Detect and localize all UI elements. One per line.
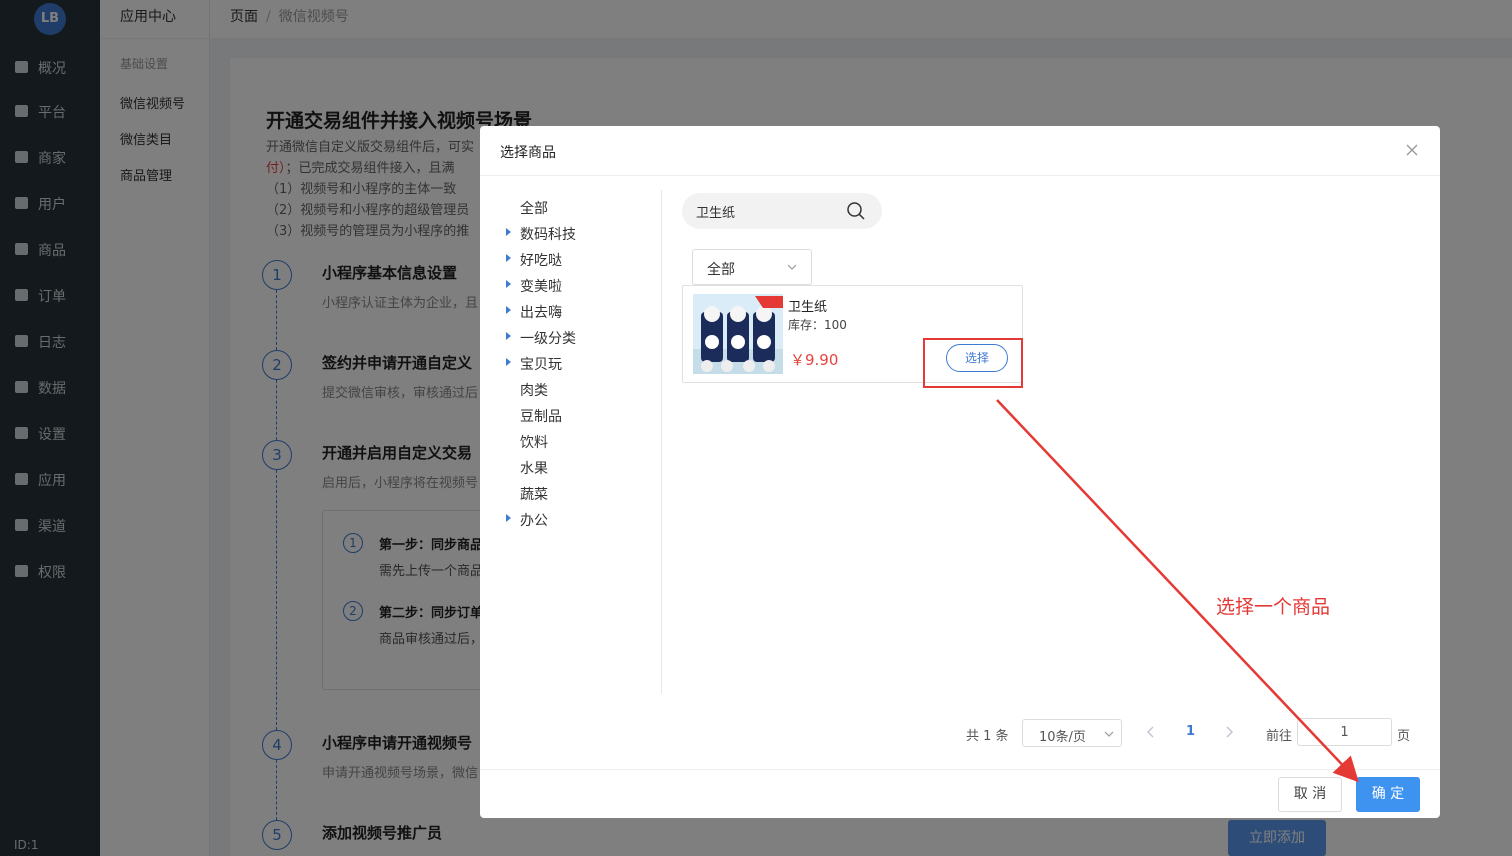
dialog-header: 选择商品	[480, 126, 1440, 176]
next-page-icon[interactable]	[1222, 724, 1236, 740]
category-item[interactable]: 办公	[500, 506, 660, 532]
category-label: 出去嗨	[520, 305, 562, 321]
cancel-button[interactable]: 取 消	[1278, 777, 1342, 812]
confirm-button[interactable]: 确 定	[1356, 777, 1420, 812]
category-label: 办公	[520, 513, 548, 529]
category-item[interactable]: 豆制品	[500, 402, 660, 428]
caret-right-icon[interactable]	[506, 306, 511, 314]
caret-right-icon[interactable]	[506, 254, 511, 262]
category-label: 水果	[520, 461, 548, 477]
page-unit-label: 页	[1397, 729, 1411, 744]
page-size-value: 10条/页	[1039, 730, 1086, 745]
caret-right-icon[interactable]	[506, 514, 511, 522]
filter-select[interactable]: 全部	[692, 249, 812, 285]
category-label: 数码科技	[520, 227, 576, 243]
prev-page-icon[interactable]	[1144, 724, 1158, 740]
category-item[interactable]: 水果	[500, 454, 660, 480]
goods-stock: 库存：100	[788, 318, 847, 332]
category-label: 全部	[520, 201, 548, 217]
search-input[interactable]	[696, 201, 836, 221]
pagination: 共 1 条 10条/页 1 前往 页	[480, 718, 1440, 750]
goto-label: 前往	[1266, 729, 1293, 744]
category-item[interactable]: 肉类	[500, 376, 660, 402]
dialog-footer-divider	[480, 769, 1440, 770]
goods-name: 卫生纸	[788, 300, 828, 315]
pagination-total: 共 1 条	[966, 729, 1009, 744]
category-label: 一级分类	[520, 331, 576, 347]
category-item[interactable]: 宝贝玩	[500, 350, 660, 376]
category-item[interactable]: 一级分类	[500, 324, 660, 350]
category-label: 好吃哒	[520, 253, 562, 269]
goods-price: ￥9.90	[790, 351, 839, 369]
category-label: 肉类	[520, 383, 548, 399]
category-item[interactable]: 全部	[500, 194, 660, 220]
highlight-box	[923, 338, 1023, 388]
caret-right-icon[interactable]	[506, 228, 511, 236]
caret-right-icon[interactable]	[506, 280, 511, 288]
close-icon[interactable]	[1404, 142, 1420, 158]
goods-thumbnail	[693, 294, 783, 374]
select-goods-dialog: 选择商品 全部 数码科技 好吃哒 变美啦 出去嗨 一级分类 宝贝玩 肉类 豆制品 饮料 水果 蔬菜 办公…	[480, 126, 1440, 818]
category-item[interactable]: 变美啦	[500, 272, 660, 298]
caret-right-icon[interactable]	[506, 358, 511, 366]
caret-right-icon[interactable]	[506, 332, 511, 340]
annotation-text: 选择一个商品	[1216, 596, 1331, 618]
goto-page-input[interactable]	[1297, 718, 1392, 746]
page-size-select[interactable]: 10条/页	[1022, 719, 1122, 747]
category-item[interactable]: 蔬菜	[500, 480, 660, 506]
category-tree: 全部数码科技好吃哒变美啦出去嗨一级分类宝贝玩肉类豆制品饮料水果蔬菜办公	[500, 190, 662, 694]
search-icon[interactable]	[846, 201, 866, 221]
page-number-current[interactable]: 1	[1186, 724, 1195, 739]
search-box	[682, 193, 882, 229]
category-label: 蔬菜	[520, 487, 548, 503]
filter-select-value: 全部	[707, 262, 735, 278]
chevron-down-icon	[787, 264, 797, 270]
chevron-down-icon	[1104, 731, 1114, 737]
category-item[interactable]: 出去嗨	[500, 298, 660, 324]
dialog-title: 选择商品	[500, 145, 556, 161]
category-label: 豆制品	[520, 409, 562, 425]
category-label: 变美啦	[520, 279, 562, 295]
category-item[interactable]: 饮料	[500, 428, 660, 454]
category-item[interactable]: 数码科技	[500, 220, 660, 246]
category-label: 宝贝玩	[520, 357, 562, 373]
category-item[interactable]: 好吃哒	[500, 246, 660, 272]
category-label: 饮料	[520, 435, 548, 451]
